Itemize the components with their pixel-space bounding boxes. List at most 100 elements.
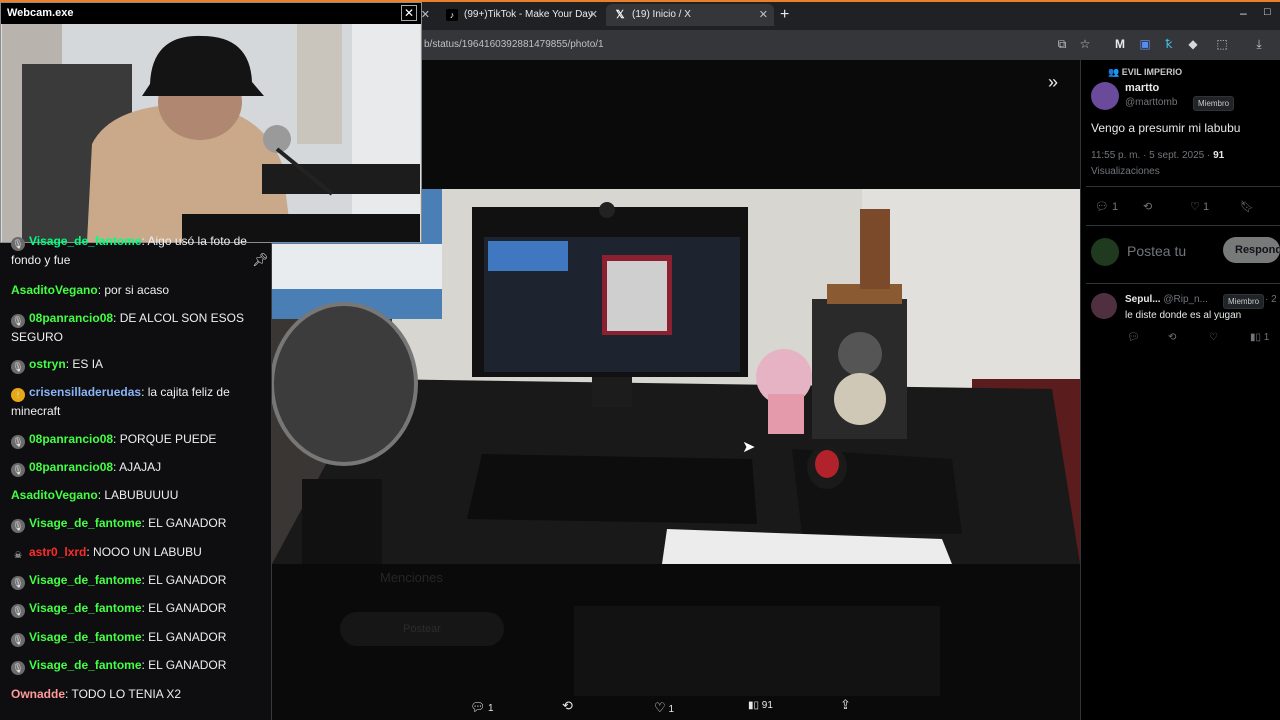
reply-author-handle[interactable]: @Rip_n... [1163, 294, 1208, 305]
chat-username[interactable]: ostryn [29, 357, 66, 371]
divider [1086, 225, 1280, 226]
chat-username[interactable]: 08panrancio08 [29, 311, 113, 325]
reply-header: Sepul... @Rip_n... [1125, 294, 1208, 305]
chat-username[interactable]: Ownadde [11, 687, 65, 701]
chat-username[interactable]: Visage_de_fantome [29, 573, 142, 587]
community-name: EVIL IMPERIO [1121, 67, 1183, 77]
extension-translate-icon[interactable]: ▣ [1138, 37, 1152, 51]
chat-username[interactable]: AsaditoVegano [11, 488, 98, 502]
heart-icon: ♡ [1190, 201, 1200, 213]
share-icon[interactable]: ⇪ [840, 697, 851, 713]
chat-username[interactable]: Visage_de_fantome [29, 234, 142, 248]
tab-close-icon[interactable]: ✕ [589, 4, 598, 26]
chat-username[interactable]: Visage_de_fantome [29, 658, 142, 672]
new-tab-button[interactable]: + [780, 4, 789, 26]
tweet-text: Vengo a presumir mi labubu [1091, 121, 1241, 135]
background-mentions-label: Menciones [380, 570, 443, 585]
tab-close-icon[interactable]: ✕ [421, 4, 430, 26]
tab-label: (99+)TikTok - Make Your Day [464, 9, 593, 20]
reply-avatar[interactable] [1091, 293, 1117, 319]
webcam-close-button[interactable]: ✕ [401, 5, 417, 21]
chat-message: 🎙︎ Visage_de_fantome: Aigo usó la foto de… [11, 234, 247, 267]
webcam-window[interactable]: Webcam.exe ✕ [0, 2, 422, 243]
mic-badge-icon: 🎙︎ [11, 604, 25, 618]
extension-k-icon[interactable]: ꝁ [1162, 37, 1176, 51]
bookmark-star-icon[interactable]: ☆ [1078, 37, 1092, 51]
chat-username[interactable]: astr0_lxrd [29, 545, 86, 559]
reply-icon: 💬︎ [1095, 201, 1109, 213]
chat-message: 🎙︎ ostryn: ES IA [11, 357, 104, 374]
divider [1086, 186, 1280, 187]
chat-username[interactable]: 08panrancio08 [29, 432, 113, 446]
chat-text: AJAJAJ [119, 460, 162, 474]
tab-partial[interactable]: ✕ [420, 4, 436, 26]
mic-badge-icon: 🎙︎ [11, 360, 25, 374]
reply-author-name[interactable]: Sepul... [1125, 294, 1161, 305]
chat-username[interactable]: Visage_de_fantome [29, 601, 142, 615]
author-name[interactable]: martto [1125, 82, 1159, 94]
reply-views-count: 1 [1263, 332, 1270, 343]
sub-badge-icon: ! [11, 388, 25, 402]
reply-text: le diste donde es al yugan [1125, 310, 1242, 321]
media-repost-icon[interactable]: ⟲ [562, 698, 573, 714]
tab-close-icon[interactable]: ✕ [759, 4, 768, 26]
download-icon[interactable]: ⤓ [1252, 37, 1266, 51]
reply-views[interactable]: ▮▯ 1 [1250, 332, 1269, 343]
like-button[interactable]: ♡ 1 [1190, 200, 1209, 213]
chat-message: ! crisensilladeruedas: la cajita feliz de… [11, 385, 230, 418]
chat-text: EL GANADOR [148, 601, 227, 615]
reply-member-badge: Miembro [1223, 294, 1265, 309]
extension-m-icon[interactable]: M [1113, 37, 1127, 51]
minimize-button[interactable]: – [1240, 6, 1247, 20]
mic-badge-icon: 🎙︎ [11, 519, 25, 533]
media-like-button[interactable]: ♡ 1 [654, 700, 674, 716]
chat-username[interactable]: crisensilladeruedas [29, 385, 141, 399]
chat-message: 🎙︎ Visage_de_fantome: EL GANADOR [11, 516, 227, 533]
compose-reply-input[interactable]: Postea tu [1127, 243, 1186, 259]
repost-icon[interactable]: ⟲ [1143, 200, 1152, 213]
chat-text: EL GANADOR [148, 658, 227, 672]
chat-message: 🎙︎ 08panrancio08: PORQUE PUEDE [11, 432, 217, 449]
author-handle[interactable]: @marttomb [1125, 97, 1177, 108]
media-reply-button[interactable]: 💬︎ 1 [470, 700, 494, 714]
collapse-panel-icon[interactable]: » [1048, 72, 1058, 93]
mic-badge-icon: 🎙︎ [11, 314, 25, 328]
avatar[interactable] [1091, 82, 1119, 110]
maximize-button[interactable]: □ [1264, 6, 1271, 18]
views-label: Visualizaciones [1091, 166, 1160, 177]
reply-repost-icon[interactable]: ⟲ [1168, 332, 1176, 343]
chat-text: EL GANADOR [148, 630, 227, 644]
chat-username[interactable]: 08panrancio08 [29, 460, 113, 474]
media-views-count: 91 [761, 700, 773, 711]
bookmark-icon[interactable]: 🔖︎ [1240, 200, 1254, 213]
extension-diamond-icon[interactable]: ◆ [1186, 37, 1200, 51]
chat-message: Ownadde: TODO LO TENIA X2 [11, 687, 182, 701]
x-logo-icon: 𝕏 [615, 9, 625, 21]
chat-username[interactable]: Visage_de_fantome [29, 630, 142, 644]
media-reply-count: 1 [488, 703, 494, 714]
tab-x-home[interactable]: 𝕏 (19) Inicio / X ✕ [606, 4, 774, 26]
reply-button[interactable]: 💬︎ 1 [1095, 200, 1118, 213]
url-text[interactable]: b/status/1964160392881479855/photo/1 [424, 39, 604, 50]
chat-username[interactable]: AsaditoVegano [11, 283, 98, 297]
tab-label: (19) Inicio / X [632, 9, 691, 20]
reply-submit-button[interactable]: Respond [1223, 237, 1280, 263]
mic-badge-icon: 🎙︎ [11, 435, 25, 449]
reply-like-icon[interactable]: ♡ [1209, 332, 1218, 343]
tab-tiktok[interactable]: ♪ (99+)TikTok - Make Your Day ✕ [438, 4, 604, 26]
media-views[interactable]: ▮▯ 91 [748, 700, 773, 711]
chat-message: 🎙︎ Visage_de_fantome: EL GANADOR [11, 630, 227, 647]
reply-reply-icon[interactable]: 💬︎ [1127, 332, 1140, 343]
chat-text: ES IA [72, 357, 104, 371]
tweet-photo[interactable] [272, 189, 1080, 564]
mic-badge-icon: 🎙︎ [11, 633, 25, 647]
member-badge: Miembro [1193, 96, 1235, 111]
mic-badge-icon: 🎙︎ [11, 463, 25, 477]
chat-text: por si acaso [104, 283, 170, 297]
install-app-icon[interactable]: ⧉ [1055, 37, 1069, 51]
analytics-icon: ▮▯ [748, 700, 760, 711]
skull-badge-icon: ☠ [13, 550, 23, 560]
extensions-puzzle-icon[interactable]: ⬚ [1215, 37, 1229, 51]
chat-username[interactable]: Visage_de_fantome [29, 516, 142, 530]
chat-text: PORQUE PUEDE [119, 432, 217, 446]
